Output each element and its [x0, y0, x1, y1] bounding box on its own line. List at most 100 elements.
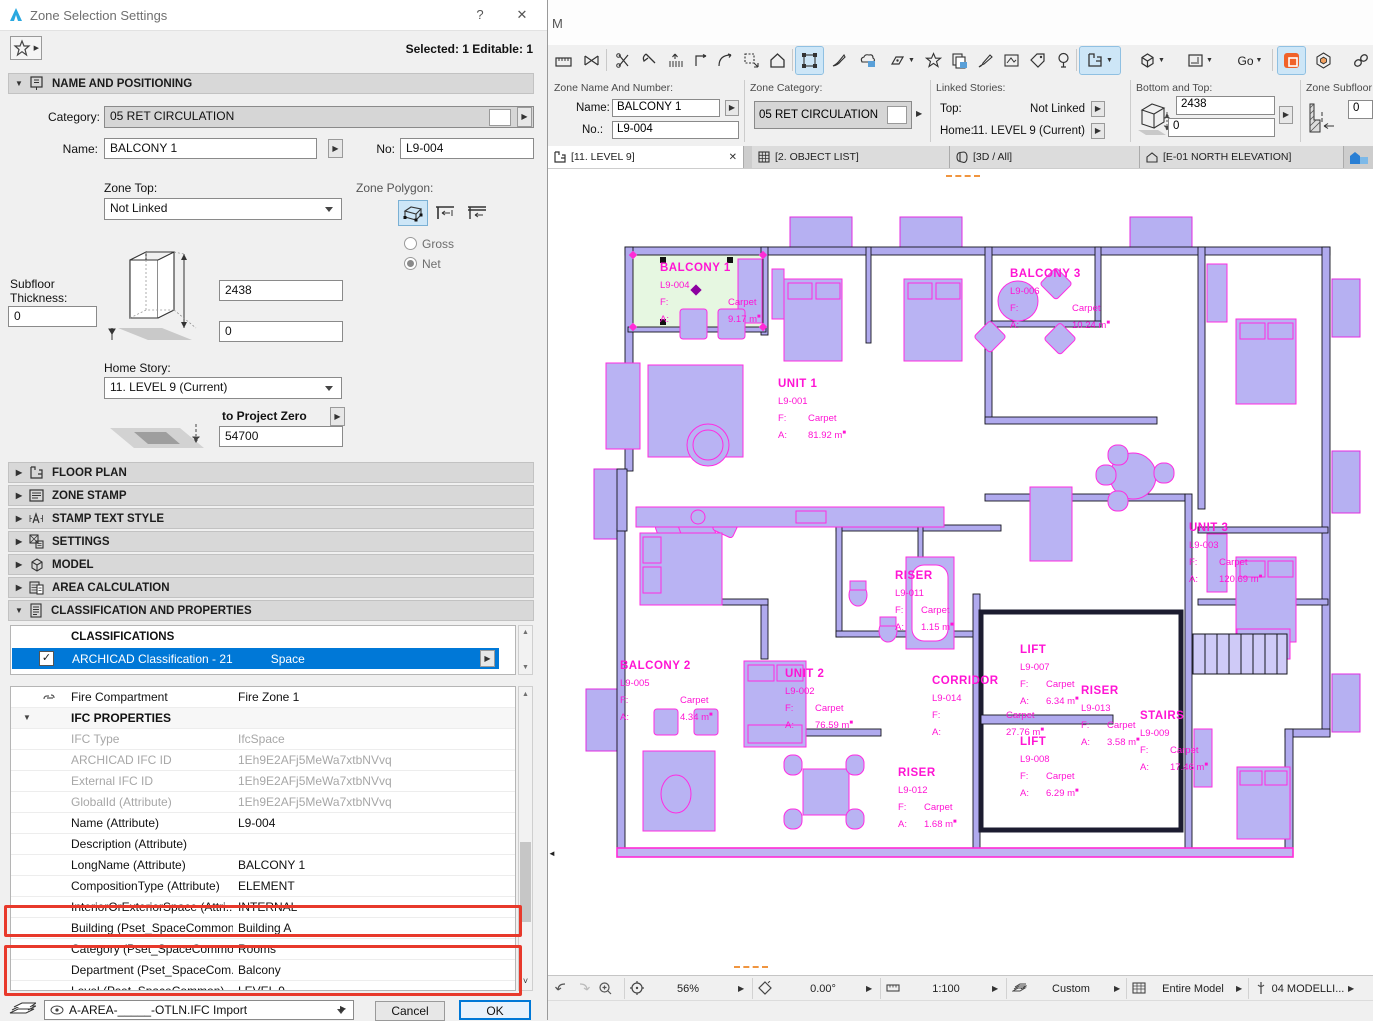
zone-bottom-offset-field[interactable]: 0 — [219, 321, 343, 342]
favorites-button[interactable]: ▶ — [10, 36, 42, 60]
scroll-up-icon[interactable]: ▲ — [519, 629, 532, 636]
property-row[interactable]: Fire CompartmentFire Zone 1 — [11, 687, 515, 708]
resize-tool[interactable] — [738, 47, 765, 74]
pen-set-value[interactable]: 04 MODELLI... — [1270, 976, 1346, 1001]
zoom-level[interactable]: 56% — [658, 976, 718, 1001]
hotlink-button[interactable] — [1348, 47, 1373, 74]
layout-book-button[interactable]: ▼ — [1180, 47, 1220, 74]
zoom-forward-button[interactable] — [576, 976, 591, 1001]
name-flyout-button[interactable] — [328, 139, 343, 158]
section-area-calculation[interactable]: ▶AREA CALCULATION — [8, 577, 534, 598]
property-row[interactable]: Name (Attribute)L9-004 — [11, 813, 515, 834]
property-row[interactable]: Description (Attribute) — [11, 834, 515, 855]
drawing-canvas[interactable]: BALCONY 1L9-004F:CarpetA:9.17 m■UNIT 1L9… — [548, 169, 1373, 975]
object-tool[interactable] — [1050, 47, 1077, 74]
marquee-tool[interactable] — [578, 47, 605, 74]
zone-label-L9-012[interactable]: RISERL9-012F:CarpetA:1.68 m■ — [898, 767, 957, 830]
scale-value[interactable]: 1:100 — [914, 976, 978, 1001]
layer-combination-button[interactable] — [1012, 976, 1027, 1001]
zoom-in-button[interactable] — [598, 976, 613, 1001]
go-menu-button[interactable]: Go▼ — [1232, 47, 1268, 74]
property-row[interactable]: InteriorOrExteriorSpace (Attri...INTERNA… — [11, 897, 515, 918]
properties-scrollbar[interactable]: ▲ ˅ — [518, 686, 533, 991]
adjust-tool[interactable] — [636, 47, 663, 74]
flyout-arrow-icon[interactable]: ▶ — [1114, 976, 1120, 1001]
property-row[interactable]: CompositionType (Attribute)ELEMENT — [11, 876, 515, 897]
property-row[interactable]: Department (Pset_SpaceCom...Balcony — [11, 960, 515, 981]
3d-document-button[interactable] — [1310, 47, 1337, 74]
scale-button[interactable] — [886, 976, 901, 1001]
home-story-select[interactable]: 11. LEVEL 9 (Current) — [104, 377, 342, 399]
copy-settings-button[interactable] — [946, 47, 973, 74]
project-zero-flyout-button[interactable] — [330, 407, 345, 426]
ib-home-flyout[interactable] — [1091, 123, 1105, 139]
project-zero-field[interactable]: 54700 — [219, 426, 343, 447]
scroll-thumb[interactable] — [520, 842, 531, 922]
floor-plan-view-button[interactable]: ▼ — [1080, 47, 1120, 74]
name-field[interactable]: BALCONY 1 — [104, 138, 317, 159]
paint-settings-button[interactable] — [972, 47, 999, 74]
classification-row[interactable]: ARCHICAD Classification - 21 Space — [12, 648, 499, 669]
cancel-button[interactable]: Cancel — [375, 1001, 445, 1021]
inject-parameters-tool[interactable] — [854, 47, 881, 74]
zoom-back-button[interactable] — [554, 976, 569, 1001]
help-button[interactable]: ? — [467, 4, 493, 26]
3d-view-button[interactable]: ▼ — [1132, 47, 1172, 74]
property-row[interactable]: Level (Pset_SpaceCommon)LEVEL 9 — [11, 981, 515, 991]
ib-top-flyout[interactable] — [1091, 101, 1105, 117]
layer-combination-value[interactable]: Custom — [1036, 976, 1106, 1001]
horizontal-scroll-strip[interactable] — [548, 1000, 1373, 1020]
roof-tool[interactable] — [764, 47, 791, 74]
split-tool[interactable] — [610, 47, 637, 74]
layer-combo[interactable]: A-AREA-_____-OTLN.IFC Import — [44, 1000, 354, 1020]
section-zone-stamp[interactable]: ▶ZONE STAMP — [8, 485, 534, 506]
flyout-arrow-icon[interactable]: ▶ — [992, 976, 998, 1001]
zone-top-select[interactable]: Not Linked — [104, 198, 342, 220]
section-name-and-positioning[interactable]: ▼ NAME AND POSITIONING — [8, 73, 534, 94]
property-row[interactable]: External IFC ID1Eh9E2AFj5MeWa7xtbNVvq — [11, 771, 515, 792]
ib-subfloor-field[interactable]: 0 — [1348, 100, 1373, 119]
property-row[interactable]: IFC TypeIfcSpace — [11, 729, 515, 750]
flyout-arrow-icon[interactable]: ▶ — [866, 976, 872, 1001]
orientation-button[interactable] — [758, 976, 773, 1001]
subfloor-thickness-field[interactable]: 0 — [8, 306, 97, 327]
trace-reference-button[interactable] — [1278, 47, 1305, 74]
orientation-value[interactable]: 0.00° — [788, 976, 858, 1001]
gross-radio[interactable] — [404, 237, 417, 250]
no-field[interactable]: L9-004 — [400, 138, 534, 159]
tab-close-icon[interactable]: ✕ — [721, 152, 737, 163]
property-row[interactable]: ▼IFC PROPERTIES — [11, 708, 515, 729]
flyout-arrow-icon[interactable]: ▶ — [1348, 976, 1354, 1001]
pick-up-parameters-tool[interactable] — [826, 47, 853, 74]
ib-bottom-field[interactable]: 0 — [1168, 118, 1275, 137]
dialog-titlebar[interactable]: Zone Selection Settings ? ✕ — [0, 0, 547, 31]
section-stamp-text-style[interactable]: ▶STAMP TEXT STYLE — [8, 508, 534, 529]
ib-name-field[interactable]: BALCONY 1 — [612, 99, 720, 117]
classification-checkbox[interactable] — [39, 651, 54, 666]
ib-no-field[interactable]: L9-004 — [612, 121, 739, 139]
zone-label-L9-001[interactable]: UNIT 1L9-001F:CarpetA:81.92 m■ — [778, 378, 846, 441]
edit-selection-set-button[interactable] — [796, 47, 823, 74]
ib-category-combo[interactable]: 05 RET CIRCULATION — [754, 101, 912, 129]
category-flyout-button[interactable] — [517, 107, 532, 127]
zone-polygon-3d-button[interactable] — [398, 200, 428, 226]
section-floor-plan[interactable]: ▶FLOOR PLAN — [8, 462, 534, 483]
tab--e-01-north-elevation-[interactable]: [E-01 NORTH ELEVATION] — [1140, 146, 1344, 168]
net-radio[interactable] — [404, 257, 417, 270]
property-row[interactable]: Building (Pset_SpaceCommon)Building A — [11, 918, 515, 939]
ib-bottom-top-flyout[interactable] — [1279, 106, 1293, 124]
property-row[interactable]: ARCHICAD IFC ID1Eh9E2AFj5MeWa7xtbNVvq — [11, 750, 515, 771]
zone-height-field[interactable]: 2438 — [219, 280, 343, 301]
trim-tool[interactable] — [662, 47, 689, 74]
classifications-scrollbar[interactable]: ▲ ▼ — [518, 625, 533, 675]
intersect-tool[interactable] — [688, 47, 715, 74]
ib-name-flyout[interactable] — [725, 100, 739, 116]
tab--11-level-9-[interactable]: [11. LEVEL 9]✕ — [548, 146, 744, 168]
structure-display-button[interactable] — [1132, 976, 1147, 1001]
property-row[interactable]: GlobalId (Attribute)1Eh9E2AFj5MeWa7xtbNV… — [11, 792, 515, 813]
classification-flyout-button[interactable] — [480, 650, 495, 667]
scroll-up-icon[interactable]: ▲ — [519, 691, 532, 698]
zone-polygon-inner-button[interactable] — [430, 200, 460, 226]
favorites-button[interactable] — [920, 47, 947, 74]
zone-polygon-outer-button[interactable] — [462, 200, 492, 226]
